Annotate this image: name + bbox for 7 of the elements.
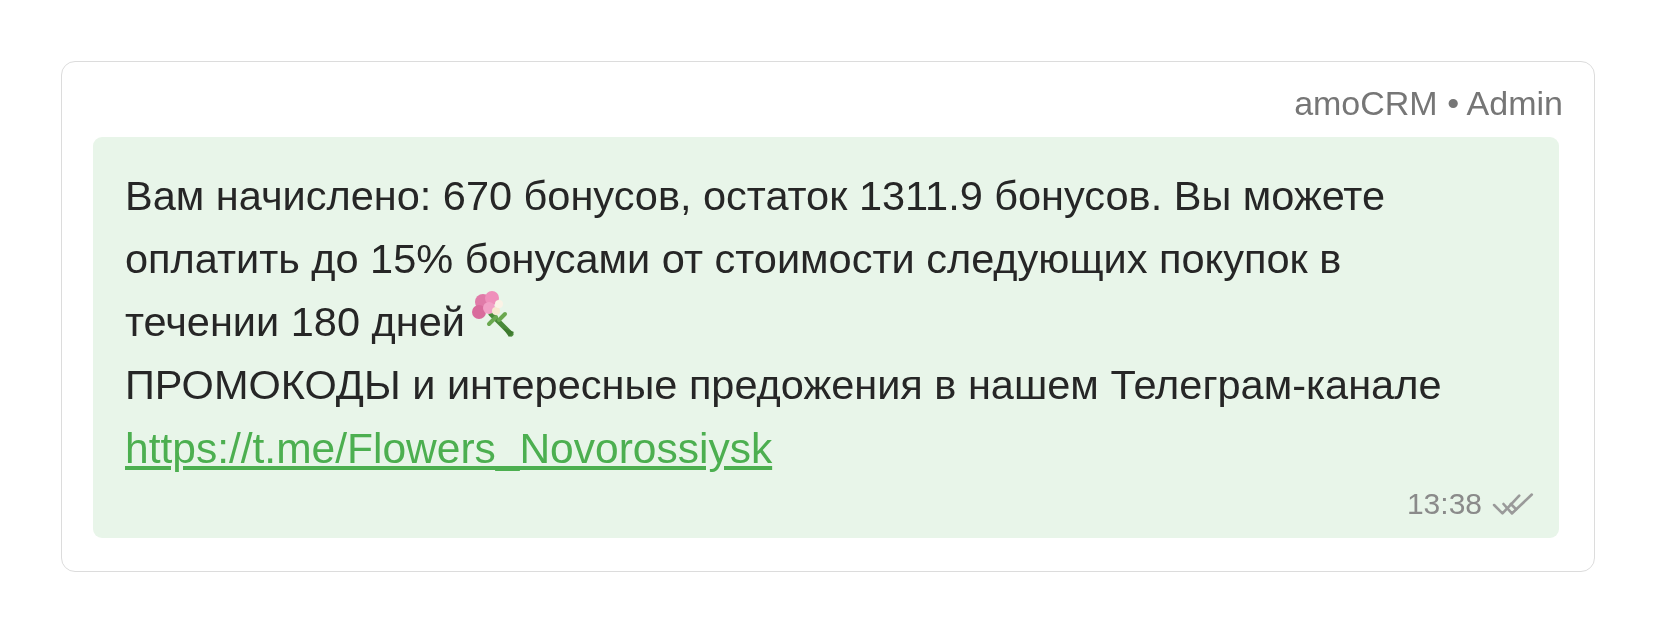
message-time: 13:38: [1406, 487, 1482, 521]
message-text-line: оплатить до 15% бонусами от стоимости следующих покупок в: [125, 235, 1342, 282]
sender-label: amoCRM • Admin: [1294, 84, 1563, 124]
promo-text: ПРОМОКОДЫ и интересные предожения в нашем Телеграм-канале: [125, 361, 1442, 408]
message-text-line: Вам начислено: 670 бонусов, остаток 1311.9 бонусов. Вы можете: [125, 172, 1385, 219]
message-text-line: течении 180 дней: [125, 298, 465, 345]
telegram-link[interactable]: https://t.me/Flowers_Novorossiysk: [125, 425, 773, 472]
